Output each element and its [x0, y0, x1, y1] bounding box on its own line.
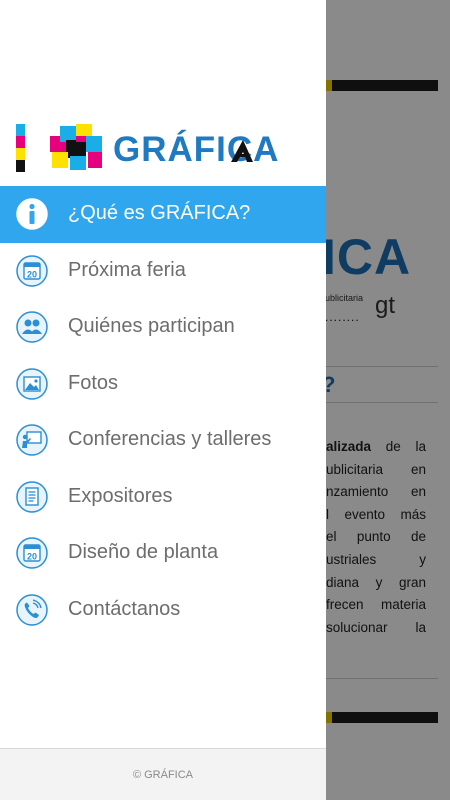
menu-item-label: Quiénes participan [68, 315, 235, 337]
menu-item-label: Conferencias y talleres [68, 428, 272, 450]
brand-logo: GRÁFICA [16, 120, 278, 176]
svg-text:20: 20 [27, 552, 37, 562]
menu-item-diseno-de-planta[interactable]: 20 Diseño de planta [0, 525, 326, 582]
phone-icon [16, 593, 48, 626]
drawer-menu: ¿Qué es GRÁFICA? 20 Próxima feria Quiénes… [0, 186, 326, 638]
menu-item-expositores[interactable]: Expositores [0, 469, 326, 526]
navigation-drawer: GRÁFICA ¿Qué es GRÁFICA? 20 Próxima feria… [0, 0, 326, 800]
menu-item-label: Expositores [68, 484, 173, 507]
drawer-footer: © GRÁFICA [0, 748, 326, 800]
menu-item-quienes-participan[interactable]: Quiénes participan [0, 299, 326, 356]
menu-item-que-es-grafica[interactable]: ¿Qué es GRÁFICA? [0, 186, 326, 243]
logo-a-mark-icon [231, 140, 253, 162]
menu-item-label: Contáctanos [68, 597, 181, 620]
menu-item-contactanos[interactable]: Contáctanos [0, 582, 326, 639]
photo-icon [16, 367, 48, 400]
menu-item-fotos[interactable]: Fotos [0, 356, 326, 413]
menu-item-proxima-feria[interactable]: 20 Próxima feria [0, 243, 326, 300]
presentation-icon [16, 424, 48, 456]
calendar-20-icon: 20 [16, 537, 48, 569]
menu-item-label: ¿Qué es GRÁFICA? [68, 202, 251, 224]
calendar-20-icon: 20 [16, 254, 48, 287]
logo-cube-icon [50, 124, 102, 170]
people-icon [16, 311, 48, 343]
info-icon [16, 198, 48, 230]
svg-text:20: 20 [27, 269, 37, 279]
footer-copyright: © GRÁFICA [132, 769, 194, 781]
menu-item-label: Próxima feria [68, 258, 186, 281]
menu-item-label: Diseño de planta [68, 541, 219, 563]
logo-cmyk-stripe [16, 124, 25, 172]
document-icon [16, 480, 48, 513]
menu-item-conferencias-y-talleres[interactable]: Conferencias y talleres [0, 412, 326, 469]
menu-item-label: Fotos [68, 371, 119, 394]
